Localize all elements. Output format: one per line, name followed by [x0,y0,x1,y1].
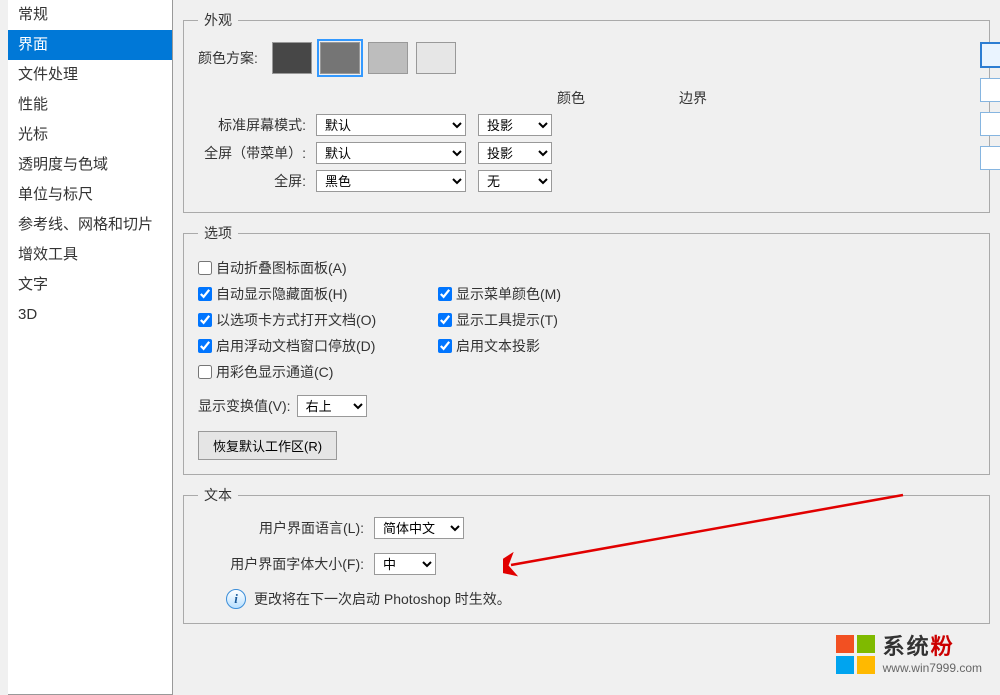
checkbox-show-tooltips-input[interactable] [438,313,452,327]
appearance-fieldset: 外观 颜色方案: 颜色 边界 标准屏幕模式: 默认 投影 [183,10,990,213]
ui-language-select[interactable]: 简体中文 [374,517,464,539]
checkbox-color-channels-input[interactable] [198,365,212,379]
checkbox-open-tabs[interactable]: 以选项卡方式打开文档(O) [198,307,408,333]
checkbox-color-channels[interactable]: 用彩色显示通道(C) [198,359,408,385]
fullscreen-menu-border-select[interactable]: 投影 [478,142,552,164]
standard-border-select[interactable]: 投影 [478,114,552,136]
text-fieldset: 文本 用户界面语言(L): 简体中文 用户界面字体大小(F): 中 i 更改将在… [183,485,990,624]
checkbox-open-tabs-input[interactable] [198,313,212,327]
right-button-3[interactable] [980,112,1000,136]
options-fieldset: 选项 自动折叠图标面板(A) 自动显示隐藏面板(H) 显示菜单颜色(M) [183,223,990,475]
sidebar-item-plugins[interactable]: 增效工具 [8,240,172,270]
sidebar-item-3d[interactable]: 3D [8,300,172,330]
appearance-legend: 外观 [198,10,238,30]
checkbox-enable-dock[interactable]: 启用浮动文档窗口停放(D) [198,333,408,359]
checkbox-show-menu-colors-input[interactable] [438,287,452,301]
watermark-title-accent: 粉 [931,634,955,659]
settings-sidebar: 常规 界面 文件处理 性能 光标 透明度与色域 单位与标尺 参考线、网格和切片 … [8,0,173,695]
right-button-4[interactable] [980,146,1000,170]
sidebar-item-transparency[interactable]: 透明度与色域 [8,150,172,180]
fullscreen-menu-color-select[interactable]: 默认 [316,142,466,164]
transform-label: 显示变换值(V): [198,396,291,416]
checkbox-show-menu-colors[interactable]: 显示菜单颜色(M) [438,281,561,307]
sidebar-item-general[interactable]: 常规 [8,0,172,30]
restart-note: 更改将在下一次启动 Photoshop 时生效。 [254,589,511,609]
mode-label-fullscreen: 全屏: [198,171,316,191]
ui-font-size-label: 用户界面字体大小(F): [198,554,374,574]
checkbox-auto-show-hidden[interactable]: 自动显示隐藏面板(H) [198,281,408,307]
checkbox-enable-dock-input[interactable] [198,339,212,353]
checkbox-auto-collapse-label: 自动折叠图标面板(A) [216,258,347,278]
checkbox-text-shadow[interactable]: 启用文本投影 [438,333,540,359]
watermark-url: www.win7999.com [883,661,982,675]
sidebar-item-guides[interactable]: 参考线、网格和切片 [8,210,172,240]
color-swatch-light[interactable] [416,42,456,74]
fullscreen-color-select[interactable]: 黑色 [316,170,466,192]
checkbox-auto-collapse[interactable]: 自动折叠图标面板(A) [198,255,408,281]
checkbox-show-menu-colors-label: 显示菜单颜色(M) [456,284,561,304]
watermark: 系统粉 www.win7999.com [836,634,982,675]
sidebar-item-type[interactable]: 文字 [8,270,172,300]
right-button-2[interactable] [980,78,1000,102]
checkbox-show-tooltips[interactable]: 显示工具提示(T) [438,307,558,333]
ui-font-size-select[interactable]: 中 [374,553,436,575]
sidebar-item-performance[interactable]: 性能 [8,90,172,120]
color-swatch-medium-light[interactable] [368,42,408,74]
color-swatch-medium-dark[interactable] [320,42,360,74]
watermark-title-main: 系统 [883,634,931,659]
header-color: 颜色 [496,88,646,108]
sidebar-item-file-handling[interactable]: 文件处理 [8,60,172,90]
checkbox-text-shadow-input[interactable] [438,339,452,353]
checkbox-auto-collapse-input[interactable] [198,261,212,275]
mode-label-fullscreen-menu: 全屏（带菜单）: [198,143,316,163]
color-swatch-dark[interactable] [272,42,312,74]
ui-language-label: 用户界面语言(L): [198,518,374,538]
settings-content: 外观 颜色方案: 颜色 边界 标准屏幕模式: 默认 投影 [173,0,1000,695]
info-icon: i [226,589,246,609]
options-legend: 选项 [198,223,238,243]
standard-color-select[interactable]: 默认 [316,114,466,136]
sidebar-item-cursors[interactable]: 光标 [8,120,172,150]
text-legend: 文本 [198,485,238,505]
checkbox-color-channels-label: 用彩色显示通道(C) [216,362,333,382]
mode-label-standard: 标准屏幕模式: [198,115,316,135]
restore-workspace-button[interactable]: 恢复默认工作区(R) [198,431,337,460]
fullscreen-border-select[interactable]: 无 [478,170,552,192]
checkbox-auto-show-hidden-input[interactable] [198,287,212,301]
microsoft-logo-icon [836,635,875,674]
color-scheme-label: 颜色方案: [198,48,258,68]
checkbox-open-tabs-label: 以选项卡方式打开文档(O) [216,310,376,330]
right-button-1[interactable] [980,42,1000,68]
checkbox-show-tooltips-label: 显示工具提示(T) [456,310,558,330]
right-button-stack [980,42,1000,170]
sidebar-item-interface[interactable]: 界面 [8,30,172,60]
checkbox-text-shadow-label: 启用文本投影 [456,336,540,356]
checkbox-auto-show-hidden-label: 自动显示隐藏面板(H) [216,284,347,304]
transform-select[interactable]: 右上 [297,395,367,417]
sidebar-item-units[interactable]: 单位与标尺 [8,180,172,210]
checkbox-enable-dock-label: 启用浮动文档窗口停放(D) [216,336,375,356]
header-border: 边界 [658,88,728,108]
